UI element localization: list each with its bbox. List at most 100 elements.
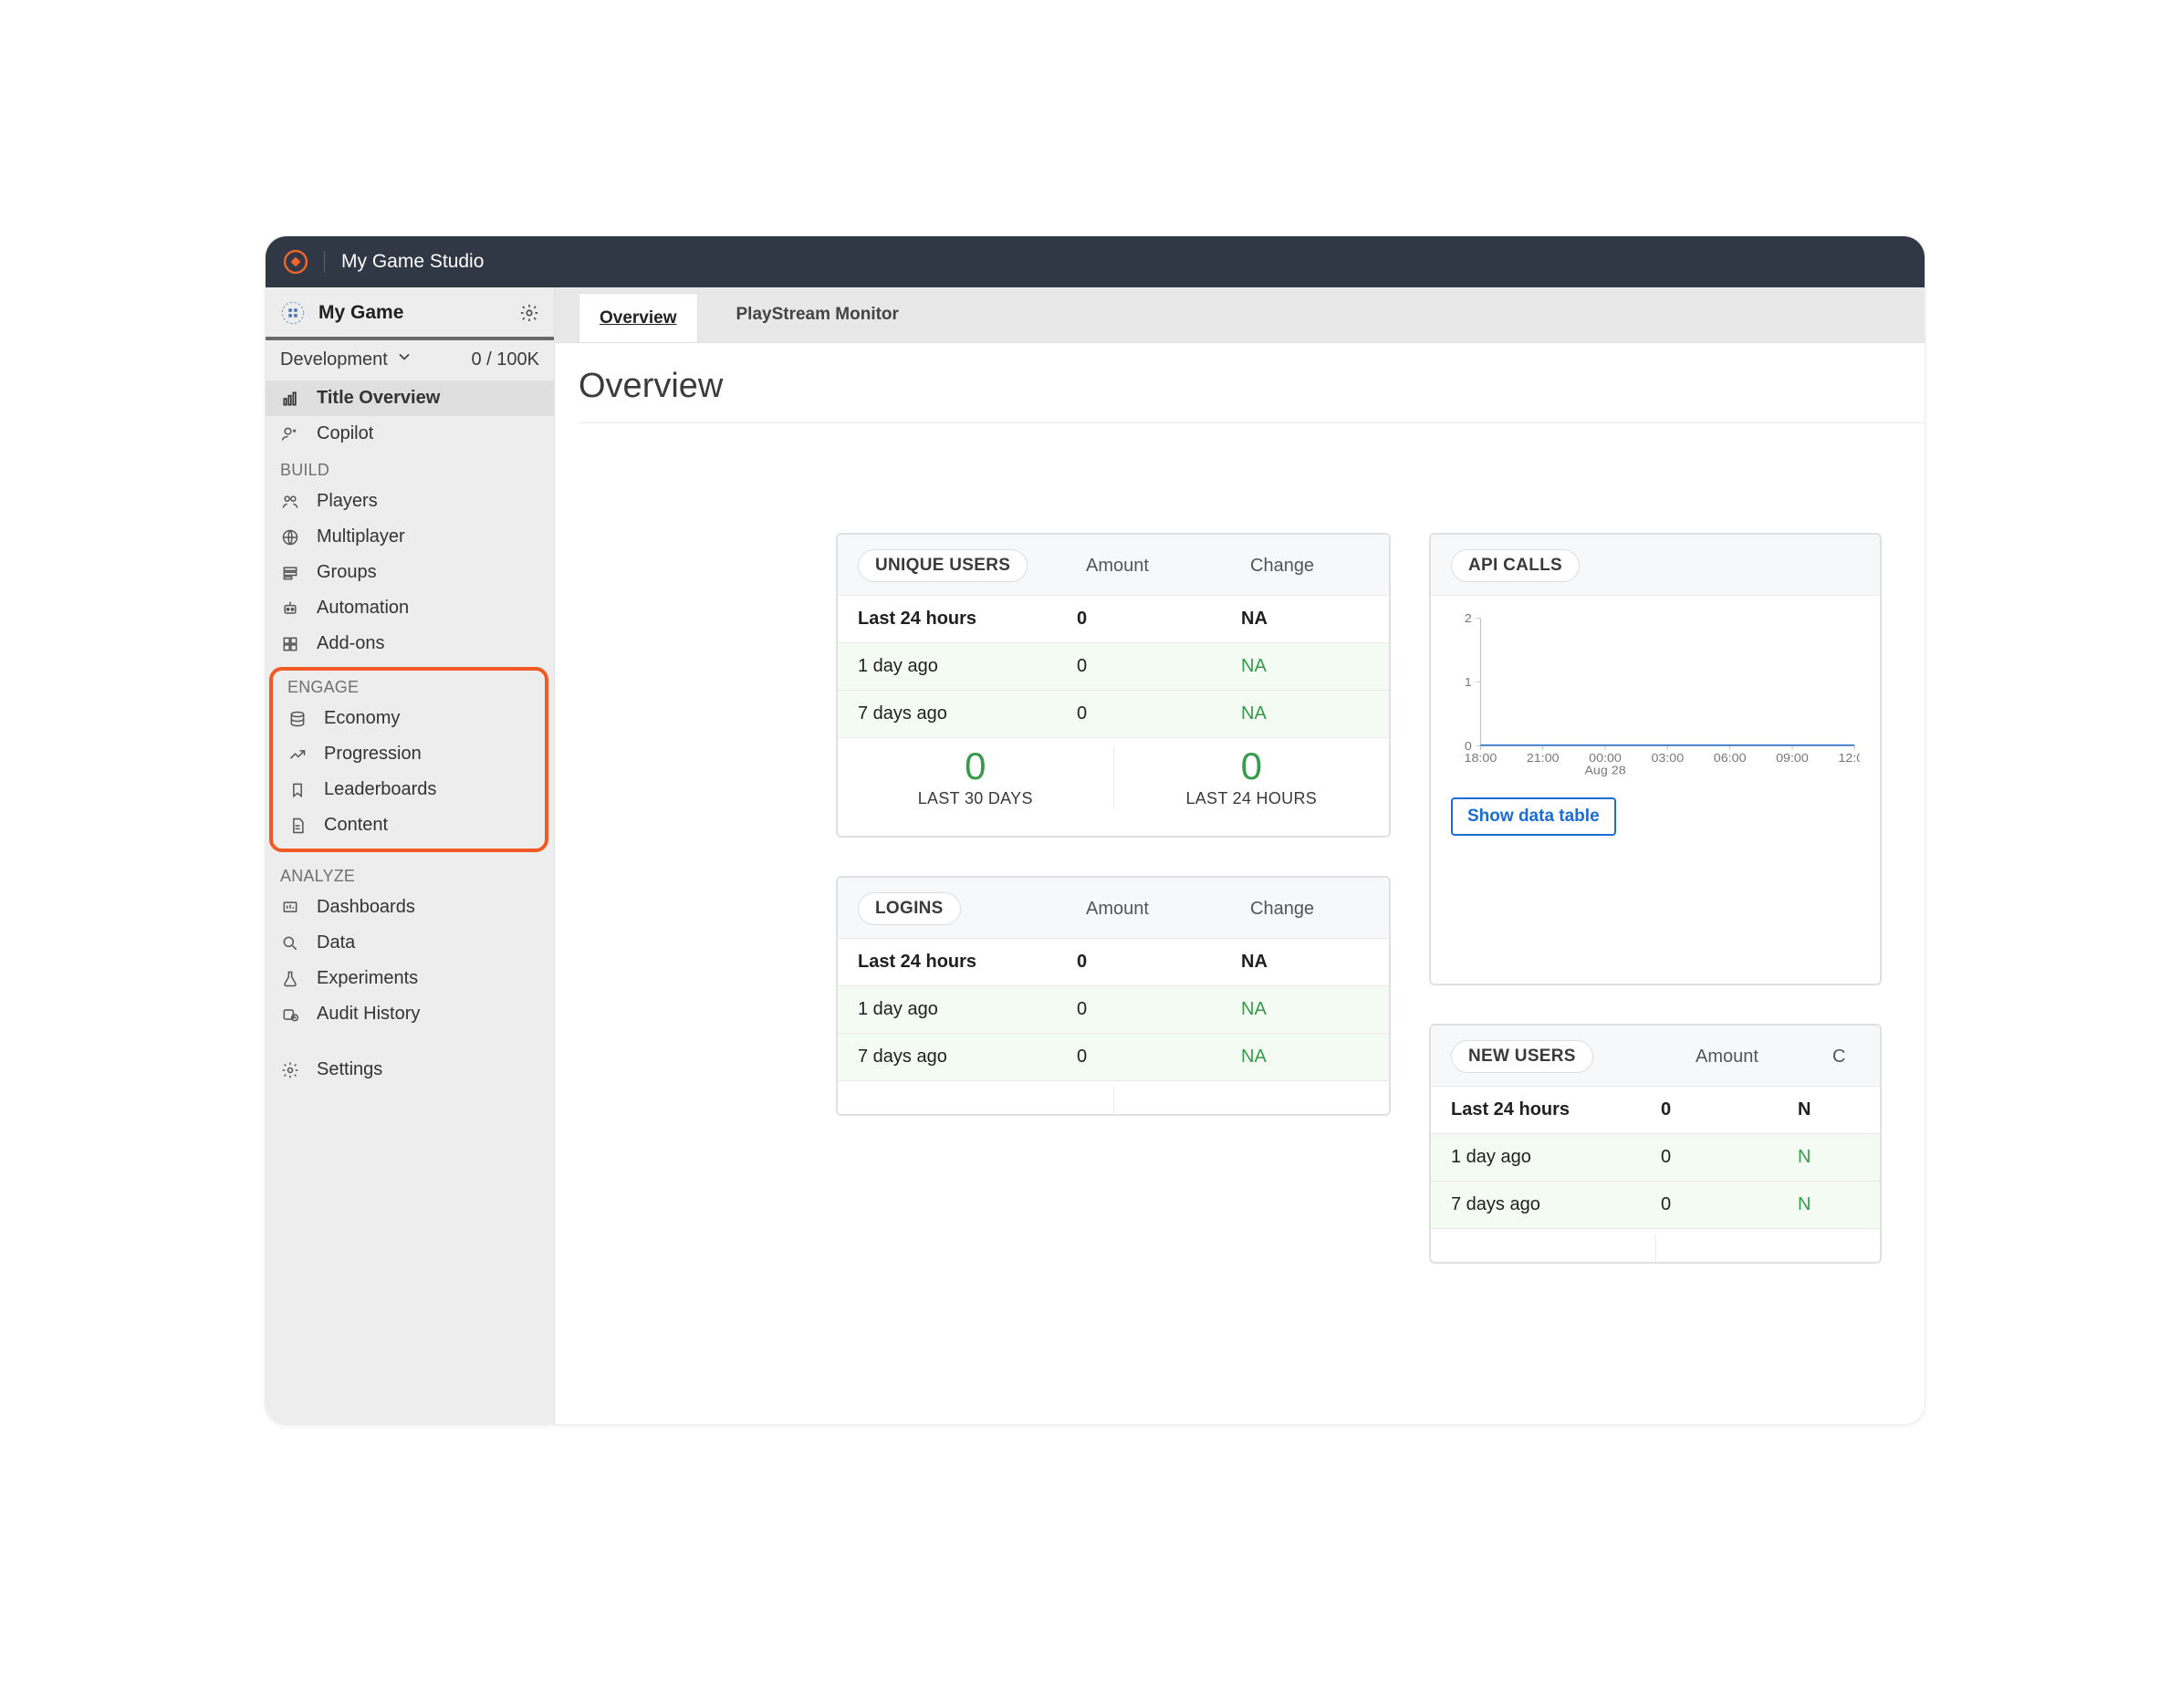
summary-last-24: 0 LAST 24 HOURS [1114,747,1390,808]
sidebar-item-label: Add-ons [317,633,385,654]
table-row: Last 24 hours0N [1431,1087,1880,1134]
card-unique-users: UNIQUE USERS Amount Change Last 24 hours… [836,533,1391,838]
svg-text:09:00: 09:00 [1776,751,1809,764]
globe-icon [280,527,300,547]
svg-text:12:00: 12:00 [1838,751,1860,764]
table-row: 1 day ago0N [1431,1134,1880,1182]
svg-text:03:00: 03:00 [1651,751,1684,764]
dashboard-icon [280,898,300,918]
history-icon [280,1005,300,1025]
card-logins: LOGINS Amount Change Last 24 hours0NA 1 … [836,876,1391,1116]
sidebar-item-progression[interactable]: Progression [273,736,545,772]
table-row: Last 24 hours0NA [838,596,1389,643]
sidebar-title-row: My Game [266,287,554,337]
sidebar-nav: Title Overview Copilot BUILD Players Mul… [266,380,554,1424]
app-frame: My Game Studio My Game Development [265,235,1925,1425]
sidebar-item-automation[interactable]: Automation [266,590,554,626]
sidebar-item-label: Data [317,932,355,953]
bar-chart-icon [280,389,300,409]
table-row: 1 day ago0NA [838,643,1389,691]
sidebar-item-label: Audit History [317,1004,420,1025]
sidebar-item-label: Multiplayer [317,526,405,547]
svg-text:1: 1 [1465,676,1472,689]
sidebar-item-label: Title Overview [317,388,440,409]
environment-label: Development [280,349,388,370]
sidebar-item-title-overview[interactable]: Title Overview [266,380,554,416]
game-title[interactable]: My Game [318,302,519,324]
summary-divider [1655,1234,1656,1262]
api-calls-chart: 01218:0021:0000:0003:0006:0009:0012:00Au… [1431,596,1880,852]
card-title-pill: UNIQUE USERS [858,549,1028,582]
trending-up-icon [287,745,308,765]
sidebar-item-economy[interactable]: Economy [273,701,545,736]
engage-callout: ENGAGE Economy Progression Leaderboards [269,667,548,852]
table-unique-users: Last 24 hours0NA 1 day ago0NA 7 days ago… [838,596,1389,738]
sidebar-item-audit-history[interactable]: Audit History [266,996,554,1032]
studio-name[interactable]: My Game Studio [341,251,484,273]
sidebar-item-addons[interactable]: Add-ons [266,626,554,661]
col-header-change: C [1832,1047,1860,1068]
sidebar-item-leaderboards[interactable]: Leaderboards [273,772,545,807]
col-header-change: Change [1250,899,1369,920]
gear-icon [280,1060,300,1080]
tab-playstream-monitor[interactable]: PlayStream Monitor [716,287,919,342]
title-icon [280,300,306,326]
sidebar-item-multiplayer[interactable]: Multiplayer [266,519,554,555]
playfab-logo-icon [284,250,308,274]
sidebar: My Game Development 0 / 100K Title Overv… [266,287,555,1424]
summary-last-30: 0 LAST 30 DAYS [838,747,1113,808]
sidebar-item-groups[interactable]: Groups [266,555,554,590]
sidebar-item-copilot[interactable]: Copilot [266,416,554,452]
col-header-amount: Amount [1696,1047,1832,1068]
page-title: Overview [579,367,1925,406]
col-header-amount: Amount [1086,899,1250,920]
table-row: 1 day ago0NA [838,986,1389,1034]
svg-text:06:00: 06:00 [1714,751,1747,764]
main-area: Overview PlayStream Monitor Overview UNI… [555,287,1925,1424]
sidebar-item-label: Settings [317,1059,382,1080]
tab-label: Overview [600,308,677,328]
sidebar-item-label: Leaderboards [324,779,436,800]
sidebar-item-label: Economy [324,708,400,729]
sidebar-item-settings[interactable]: Settings [266,1052,554,1088]
table-new-users: Last 24 hours0N 1 day ago0N 7 days ago0N [1431,1087,1880,1229]
col-header-change: Change [1250,556,1369,577]
summary-divider [1113,1087,1114,1114]
usage-counter: 0 / 100K [471,349,539,370]
environment-selector[interactable]: Development 0 / 100K [266,337,554,380]
tab-bar: Overview PlayStream Monitor [555,287,1925,343]
table-row: Last 24 hours0NA [838,939,1389,986]
sidebar-item-label: Dashboards [317,897,415,918]
table-row: 7 days ago0NA [838,1034,1389,1081]
show-data-table-button[interactable]: Show data table [1451,797,1616,836]
card-api-calls: API CALLS 01218:0021:0000:0003:0006:0009… [1429,533,1882,985]
search-icon [280,933,300,953]
sidebar-item-label: Players [317,491,378,512]
sidebar-section-build: BUILD [266,452,554,484]
sidebar-item-players[interactable]: Players [266,484,554,519]
card-title-pill: NEW USERS [1451,1040,1593,1073]
card-title-pill: API CALLS [1451,549,1580,582]
sidebar-item-data[interactable]: Data [266,925,554,961]
sidebar-item-label: Automation [317,598,409,619]
svg-text:21:00: 21:00 [1527,751,1560,764]
bookmark-icon [287,780,308,800]
gear-icon[interactable] [519,303,539,323]
sidebar-item-label: Groups [317,562,377,583]
topbar: My Game Studio [266,236,1925,287]
sidebar-item-content[interactable]: Content [273,807,545,843]
page-content: Overview UNIQUE USERS Amount Change [555,343,1925,1424]
table-row: 7 days ago0NA [838,691,1389,738]
chevron-down-icon [395,348,413,371]
players-icon [280,492,300,512]
svg-text:00:00: 00:00 [1589,751,1622,764]
tab-overview[interactable]: Overview [579,293,698,342]
card-title-pill: LOGINS [858,892,961,925]
flask-icon [280,969,300,989]
robot-icon [280,599,300,619]
sidebar-item-experiments[interactable]: Experiments [266,961,554,996]
sidebar-item-label: Copilot [317,423,373,444]
sidebar-item-label: Experiments [317,968,418,989]
svg-text:2: 2 [1465,612,1472,625]
sidebar-item-dashboards[interactable]: Dashboards [266,890,554,925]
